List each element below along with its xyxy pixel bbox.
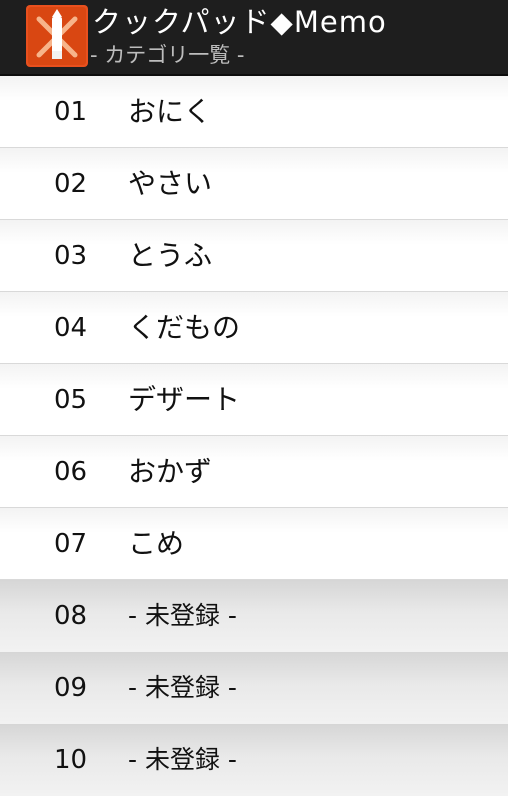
category-number: 04 xyxy=(54,313,88,343)
category-row-01[interactable]: 01 おにく xyxy=(0,76,508,148)
screen-subtitle: - カテゴリ一覧 - xyxy=(90,43,245,67)
category-name: こめ xyxy=(128,527,185,560)
category-number: 10 xyxy=(54,745,88,775)
action-bar: クックパッド◆Memo - カテゴリ一覧 - xyxy=(0,0,508,76)
category-number: 03 xyxy=(54,241,88,271)
category-name: おにく xyxy=(128,95,212,128)
category-list: 01 おにく 02 やさい 03 とうふ 04 くだもの 05 デザート 06 … xyxy=(0,76,508,800)
category-name: くだもの xyxy=(128,311,241,344)
category-row-06[interactable]: 06 おかず xyxy=(0,436,508,508)
category-row-09[interactable]: 09 - 未登録 - xyxy=(0,652,508,724)
category-row-08[interactable]: 08 - 未登録 - xyxy=(0,580,508,652)
category-number: 07 xyxy=(54,529,88,559)
app-title: クックパッド◆Memo xyxy=(92,5,387,39)
category-name: とうふ xyxy=(128,239,213,272)
category-row-02[interactable]: 02 やさい xyxy=(0,148,508,220)
category-name: おかず xyxy=(128,455,213,488)
category-number: 08 xyxy=(54,601,88,631)
category-number: 02 xyxy=(54,169,88,199)
app-logo-icon[interactable] xyxy=(26,5,88,67)
category-number: 09 xyxy=(54,673,88,703)
category-number: 05 xyxy=(54,385,88,415)
category-row-07[interactable]: 07 こめ xyxy=(0,508,508,580)
category-row-04[interactable]: 04 くだもの xyxy=(0,292,508,364)
category-row-03[interactable]: 03 とうふ xyxy=(0,220,508,292)
category-name: - 未登録 - xyxy=(128,673,237,702)
category-name: - 未登録 - xyxy=(128,601,237,630)
category-row-05[interactable]: 05 デザート xyxy=(0,364,508,436)
category-row-10[interactable]: 10 - 未登録 - xyxy=(0,724,508,796)
category-name: - 未登録 - xyxy=(128,745,237,774)
category-number: 06 xyxy=(54,457,88,487)
category-name: デザート xyxy=(128,383,241,416)
category-name: やさい xyxy=(128,167,213,200)
category-number: 01 xyxy=(54,97,88,127)
